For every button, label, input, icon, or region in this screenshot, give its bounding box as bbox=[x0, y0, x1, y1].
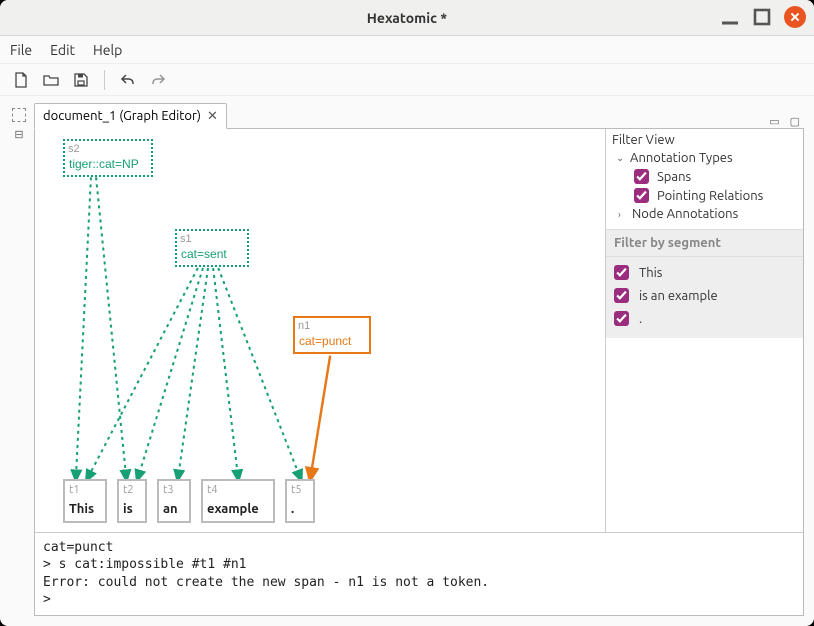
console-output[interactable]: cat=punct > s cat:impossible #t1 #n1 Err… bbox=[35, 532, 803, 615]
graph-node-n1[interactable]: n1 cat=punct bbox=[293, 316, 371, 354]
segment-row-period[interactable]: . bbox=[606, 307, 803, 330]
annotation-types-label: Annotation Types bbox=[630, 151, 733, 165]
graph-node-s1[interactable]: s1 cat=sent bbox=[175, 229, 249, 267]
segment-label: . bbox=[639, 312, 642, 326]
filter-pointing-row[interactable]: Pointing Relations bbox=[606, 186, 803, 205]
segment-list: This is an example . bbox=[606, 257, 803, 338]
node-annotations-row[interactable]: › Node Annotations bbox=[606, 205, 803, 223]
menubar: File Edit Help bbox=[0, 36, 814, 64]
token-t3[interactable]: t3 an bbox=[157, 479, 191, 523]
gutter-icon-1[interactable] bbox=[12, 108, 26, 122]
editor-body: s2 tiger::cat=NP s1 cat=sent n1 cat=punc… bbox=[34, 128, 804, 616]
node-annotations-label: Node Annotations bbox=[632, 207, 738, 221]
tab-document-1[interactable]: document_1 (Graph Editor) ✕ bbox=[34, 103, 227, 129]
caret-right-icon: › bbox=[618, 209, 628, 220]
minimize-view-icon[interactable]: ▭ bbox=[769, 115, 779, 128]
filter-view-title: Filter View bbox=[606, 129, 803, 149]
filter-spans-row[interactable]: Spans bbox=[606, 167, 803, 186]
app-window: Hexatomic * File Edit Help bbox=[0, 0, 814, 626]
token-t5[interactable]: t5 . bbox=[285, 479, 315, 523]
token-id: t5 bbox=[287, 481, 313, 496]
close-button[interactable] bbox=[784, 6, 806, 28]
annotation-types-row[interactable]: ⌄ Annotation Types bbox=[606, 149, 803, 167]
token-id: t2 bbox=[119, 481, 145, 496]
graph-node-s2[interactable]: s2 tiger::cat=NP bbox=[63, 139, 153, 177]
checkbox-checked-icon[interactable] bbox=[634, 169, 649, 184]
content-area: ⊟ document_1 (Graph Editor) ✕ ▭ ▢ bbox=[0, 96, 814, 626]
graph-canvas[interactable]: s2 tiger::cat=NP s1 cat=sent n1 cat=punc… bbox=[35, 129, 605, 532]
segment-row-is-an-example[interactable]: is an example bbox=[606, 284, 803, 307]
menu-help[interactable]: Help bbox=[93, 42, 122, 58]
save-icon[interactable] bbox=[70, 69, 92, 91]
token-t4[interactable]: t4 example bbox=[201, 479, 275, 523]
token-id: t3 bbox=[159, 481, 189, 496]
token-word: example bbox=[203, 496, 273, 520]
token-t2[interactable]: t2 is bbox=[117, 479, 147, 523]
maximize-button[interactable] bbox=[752, 7, 772, 27]
node-id: s2 bbox=[68, 143, 80, 155]
undo-icon[interactable] bbox=[117, 69, 139, 91]
token-t1[interactable]: t1 This bbox=[63, 479, 107, 523]
window-controls bbox=[720, 6, 806, 28]
new-file-icon[interactable] bbox=[10, 69, 32, 91]
editor-tabbar: document_1 (Graph Editor) ✕ ▭ ▢ bbox=[34, 102, 804, 128]
checkbox-checked-icon[interactable] bbox=[614, 288, 629, 303]
token-id: t4 bbox=[203, 481, 273, 496]
segment-label: This bbox=[639, 266, 662, 280]
pointing-relations-label: Pointing Relations bbox=[657, 189, 763, 203]
redo-icon[interactable] bbox=[147, 69, 169, 91]
menu-file[interactable]: File bbox=[10, 42, 32, 58]
tab-right-controls: ▭ ▢ bbox=[769, 115, 804, 128]
caret-down-icon: ⌄ bbox=[616, 152, 626, 164]
console-line: cat=punct bbox=[43, 540, 113, 555]
editor-split: s2 tiger::cat=NP s1 cat=sent n1 cat=punc… bbox=[35, 129, 803, 532]
checkbox-checked-icon[interactable] bbox=[614, 265, 629, 280]
tab-label: document_1 (Graph Editor) bbox=[43, 109, 201, 123]
segment-label: is an example bbox=[639, 289, 718, 303]
left-gutter: ⊟ bbox=[10, 102, 28, 616]
tab-close-icon[interactable]: ✕ bbox=[207, 109, 218, 124]
maximize-view-icon[interactable]: ▢ bbox=[790, 115, 800, 128]
window-title: Hexatomic * bbox=[367, 10, 447, 26]
token-word: is bbox=[119, 496, 145, 520]
console-prompt: > bbox=[43, 592, 51, 607]
token-id: t1 bbox=[65, 481, 105, 496]
gutter-collapse-icon[interactable]: ⊟ bbox=[14, 128, 23, 141]
filter-panel: Filter View ⌄ Annotation Types Spans Poi… bbox=[605, 129, 803, 532]
token-word: This bbox=[65, 496, 105, 520]
console-line: Error: could not create the new span - n… bbox=[43, 575, 489, 590]
toolbar-separator bbox=[104, 70, 105, 90]
open-folder-icon[interactable] bbox=[40, 69, 62, 91]
filter-by-segment-header: Filter by segment bbox=[606, 229, 803, 257]
menu-edit[interactable]: Edit bbox=[50, 42, 75, 58]
checkbox-checked-icon[interactable] bbox=[634, 188, 649, 203]
node-id: n1 bbox=[298, 320, 310, 332]
toolbar bbox=[0, 64, 814, 96]
checkbox-checked-icon[interactable] bbox=[614, 311, 629, 326]
segment-row-this[interactable]: This bbox=[606, 261, 803, 284]
spans-label: Spans bbox=[657, 170, 691, 184]
token-word: an bbox=[159, 496, 189, 520]
titlebar: Hexatomic * bbox=[0, 0, 814, 36]
console-line: > s cat:impossible #t1 #n1 bbox=[43, 557, 247, 572]
node-id: s1 bbox=[180, 233, 192, 245]
main-column: document_1 (Graph Editor) ✕ ▭ ▢ bbox=[34, 102, 804, 616]
token-word: . bbox=[287, 496, 313, 520]
minimize-button[interactable] bbox=[720, 7, 740, 27]
